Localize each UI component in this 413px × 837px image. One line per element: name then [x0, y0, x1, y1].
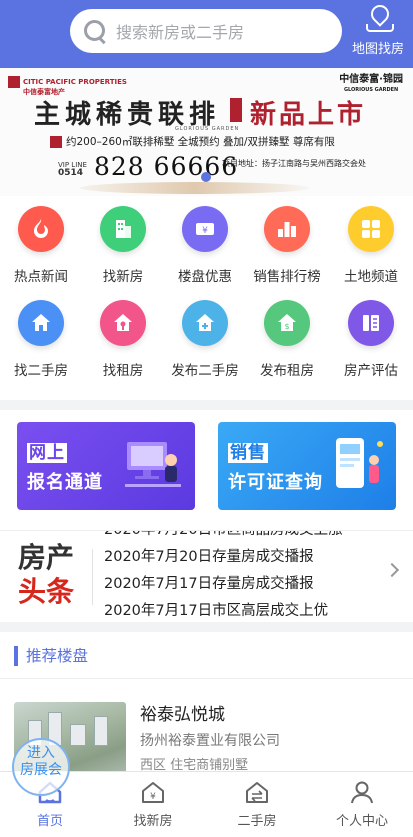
- svg-text:$: $: [284, 322, 289, 331]
- top-header: 搜索新房或二手房 地图找房: [0, 0, 413, 68]
- grid-item-assessment[interactable]: 房产评估: [330, 300, 412, 379]
- grid-item-second-hand[interactable]: 找二手房: [0, 300, 82, 379]
- fire-icon: [18, 206, 64, 252]
- grid-item-publish-second-hand[interactable]: 发布二手房: [164, 300, 246, 379]
- sales-permit-card[interactable]: 销售 许可证查询: [218, 422, 396, 510]
- building-icon: [100, 206, 146, 252]
- svg-text:¥: ¥: [202, 226, 208, 236]
- banner-english: GLORIOUS GARDEN: [175, 126, 240, 132]
- phone-illustration-icon: [336, 438, 383, 488]
- grid-item-sales-ranking[interactable]: 销售排行榜: [246, 206, 328, 285]
- tab-second-hand[interactable]: 二手房: [217, 778, 297, 829]
- map-search-label: 地图找房: [351, 42, 404, 57]
- grid-item-rental[interactable]: 找租房: [82, 300, 164, 379]
- news-item[interactable]: 2020年7月17日存量房成交播报: [104, 571, 374, 598]
- search-placeholder: 搜索新房或二手房: [116, 23, 245, 42]
- map-search-button[interactable]: 地图找房: [347, 2, 409, 62]
- house-publish-icon: [182, 300, 228, 346]
- tab-new-house[interactable]: ¥ 找新房: [113, 778, 193, 829]
- house-money-icon: $: [264, 300, 310, 346]
- house-key-icon: [100, 300, 146, 346]
- grid-item-discounts[interactable]: ¥ 楼盘优惠: [164, 206, 246, 285]
- chevron-right-icon[interactable]: [384, 562, 400, 578]
- svg-text:¥: ¥: [150, 792, 156, 802]
- computer-illustration-icon: [125, 442, 181, 487]
- seal-icon: [230, 98, 242, 122]
- ranking-icon: [264, 206, 310, 252]
- headlines-logo: 房产 头条: [18, 541, 75, 608]
- second-hand-icon: [246, 782, 268, 803]
- news-ticker[interactable]: 房产 头条 2020年7月20日市区商品房成交上涨 2020年7月20日存量房成…: [0, 530, 413, 622]
- news-item[interactable]: 2020年7月20日存量房成交播报: [104, 544, 374, 571]
- coupon-icon: ¥: [182, 206, 228, 252]
- new-house-icon: ¥: [142, 782, 164, 803]
- land-grid-icon: [348, 206, 394, 252]
- promo-cards: 网上 报名通道 销售 许可证查询: [0, 410, 413, 530]
- map-pin-icon: [364, 4, 394, 32]
- banner-headline-new: 新品上市: [250, 100, 367, 130]
- search-bar[interactable]: 搜索新房或二手房: [70, 9, 342, 53]
- online-signup-card[interactable]: 网上 报名通道: [17, 422, 195, 510]
- carousel-indicator[interactable]: [201, 172, 211, 182]
- search-icon: [82, 18, 108, 44]
- brush-stroke: [80, 182, 310, 194]
- feature-grid: 热点新闻 找新房 ¥ 楼盘优惠 销售排行榜 土地频道 找二手房 找租房 发布二手…: [0, 196, 413, 400]
- grid-item-land-channel[interactable]: 土地频道: [330, 206, 412, 285]
- grid-item-hot-news[interactable]: 热点新闻: [0, 206, 82, 285]
- project-address: 项目地址：扬子江南路与吴州西路交会处: [222, 159, 366, 168]
- banner-subline: 约200–260㎡联排稀墅 全城预约 叠加/双拼臻墅 尊席有限: [50, 134, 335, 149]
- news-list: 2020年7月20日市区商品房成交上涨 2020年7月20日存量房成交播报 20…: [104, 531, 374, 622]
- news-item[interactable]: 2020年7月20日市区商品房成交上涨: [104, 531, 374, 544]
- tab-user-center[interactable]: 个人中心: [322, 778, 402, 829]
- user-icon: [351, 781, 373, 804]
- house-icon: [18, 300, 64, 346]
- hotline-number: 828 66666: [94, 152, 239, 181]
- section-title: 推荐楼盘: [14, 646, 88, 666]
- hotline-label: VIP LINE 0514: [58, 161, 87, 178]
- brand-logo-right: 中信泰富·锦园 GLORIOUS GARDEN: [339, 74, 403, 93]
- grid-item-new-house[interactable]: 找新房: [82, 206, 164, 285]
- grid-item-publish-rental[interactable]: $ 发布租房: [246, 300, 328, 379]
- brand-mark-icon: [8, 76, 20, 88]
- news-item[interactable]: 2020年7月17日市区高层成交上优: [104, 598, 374, 622]
- property-name[interactable]: 裕泰弘悦城: [140, 700, 225, 725]
- divider: [92, 549, 93, 605]
- assessment-icon: [348, 300, 394, 346]
- divider: [0, 678, 413, 679]
- enter-fair-button[interactable]: 进入 房展会: [12, 738, 70, 796]
- property-developer: 扬州裕泰置业有限公司: [140, 733, 280, 749]
